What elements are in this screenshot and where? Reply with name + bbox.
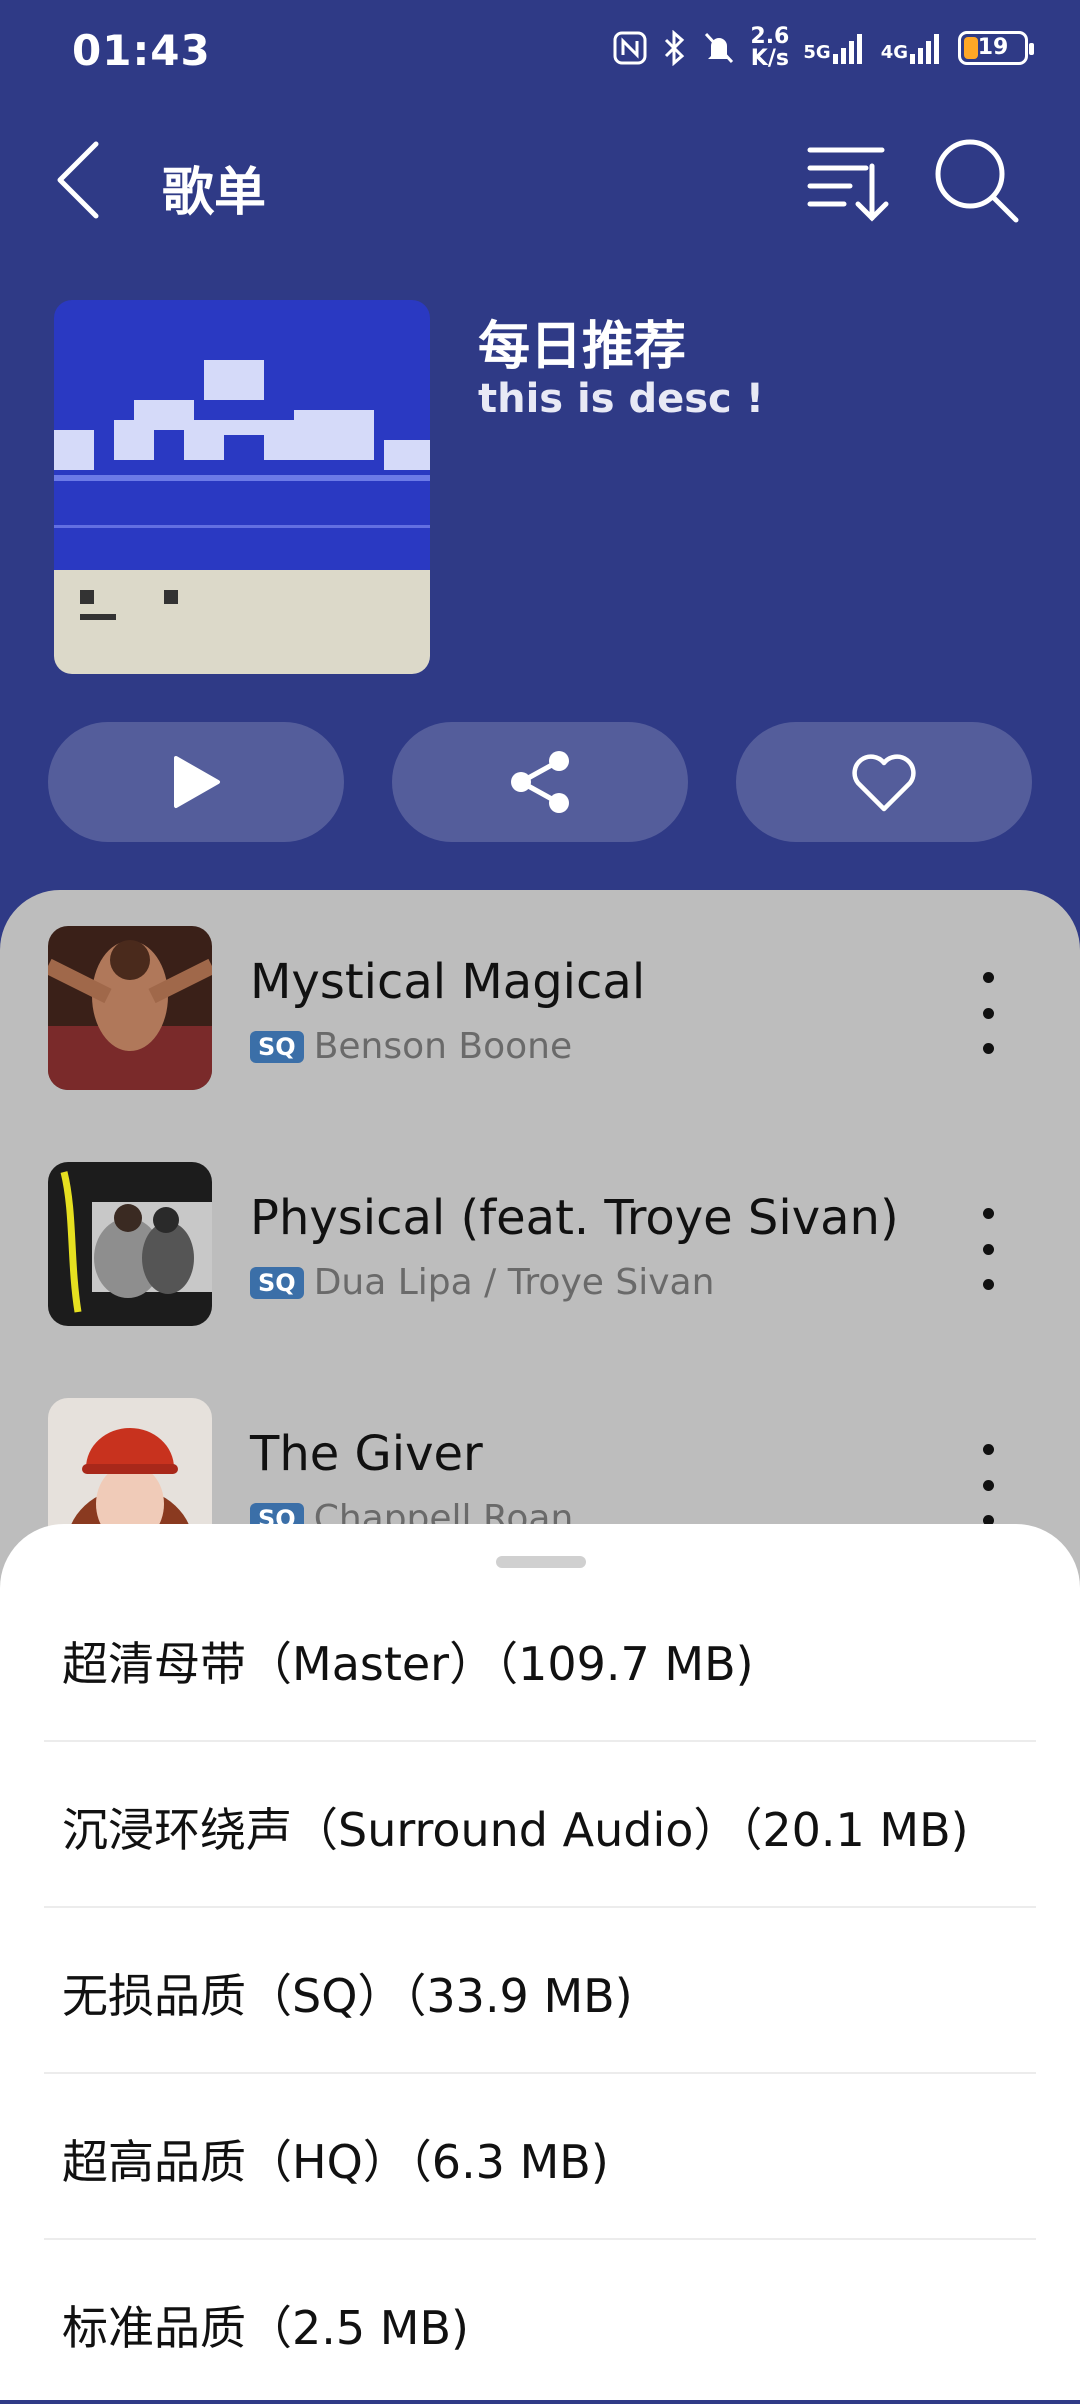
share-button[interactable] [392,722,688,842]
play-icon [174,756,220,808]
playlist-title: 每日推荐 [478,317,687,377]
song-title: The Giver [250,1426,483,1482]
song-title: Physical (feat. Troye Sivan) [250,1190,899,1246]
more-options-button[interactable] [960,1204,1016,1294]
sort-icon [807,147,889,222]
play-all-button[interactable] [48,722,344,842]
nfc-icon [613,31,647,65]
page-title: 歌单 [162,163,267,223]
song-title: Mystical Magical [250,954,646,1010]
network-speed: 2.6 K/s [750,24,790,71]
sq-badge: SQ [250,1266,304,1299]
heart-icon [852,754,916,812]
quality-bottom-sheet: 超清母带（Master）（109.7 MB) 沉浸环绕声（Surround Au… [0,1524,1080,2400]
search-button[interactable] [932,136,1022,226]
more-options-button[interactable] [960,968,1016,1058]
playlist-description: this is desc ! [478,376,764,422]
playlist-cover-image [54,300,430,674]
song-cover-image [48,926,212,1090]
status-icons: 2.6 K/s 5G 4G 19 [612,24,1034,71]
song-meta: SQ Dua Lipa / Troye Sivan [250,1262,714,1303]
song-meta: SQ Benson Boone [250,1026,572,1067]
sort-button[interactable] [806,136,896,226]
back-button[interactable] [52,138,112,222]
mute-bell-icon [705,32,734,64]
status-time: 01:43 [72,26,211,75]
bluetooth-icon [665,30,685,66]
song-row[interactable]: Mystical Magical SQ Benson Boone [0,890,1080,1090]
app-header: 歌单 [0,130,1080,230]
quality-option-sq[interactable]: 无损品质（SQ）（33.9 MB) [44,1906,1036,2074]
share-icon [511,751,569,813]
battery-icon: 19 [958,31,1034,65]
sheet-drag-handle[interactable] [496,1556,586,1568]
signal-4g-icon: 4G [881,32,944,64]
chevron-left-icon [57,141,99,219]
quality-option-standard[interactable]: 标准品质（2.5 MB) [44,2238,1036,2404]
sq-badge: SQ [250,1030,304,1063]
song-row[interactable]: Physical (feat. Troye Sivan) SQ Dua Lipa… [0,1126,1080,1326]
signal-5g-icon: 5G [803,32,866,64]
song-cover-image [48,1162,212,1326]
quality-option-hq[interactable]: 超高品质（HQ）（6.3 MB) [44,2072,1036,2240]
quality-option-surround[interactable]: 沉浸环绕声（Surround Audio）（20.1 MB) [44,1740,1036,1908]
more-options-button[interactable] [960,1440,1016,1530]
quality-option-master[interactable]: 超清母带（Master）（109.7 MB) [44,1574,1036,1742]
search-icon [935,139,1019,223]
status-bar: 01:43 2.6 K/s 5G 4G 19 [0,0,1080,100]
favorite-button[interactable] [736,722,1032,842]
song-artist: Benson Boone [313,1026,573,1067]
song-artist: Dua Lipa / Troye Sivan [313,1262,715,1303]
